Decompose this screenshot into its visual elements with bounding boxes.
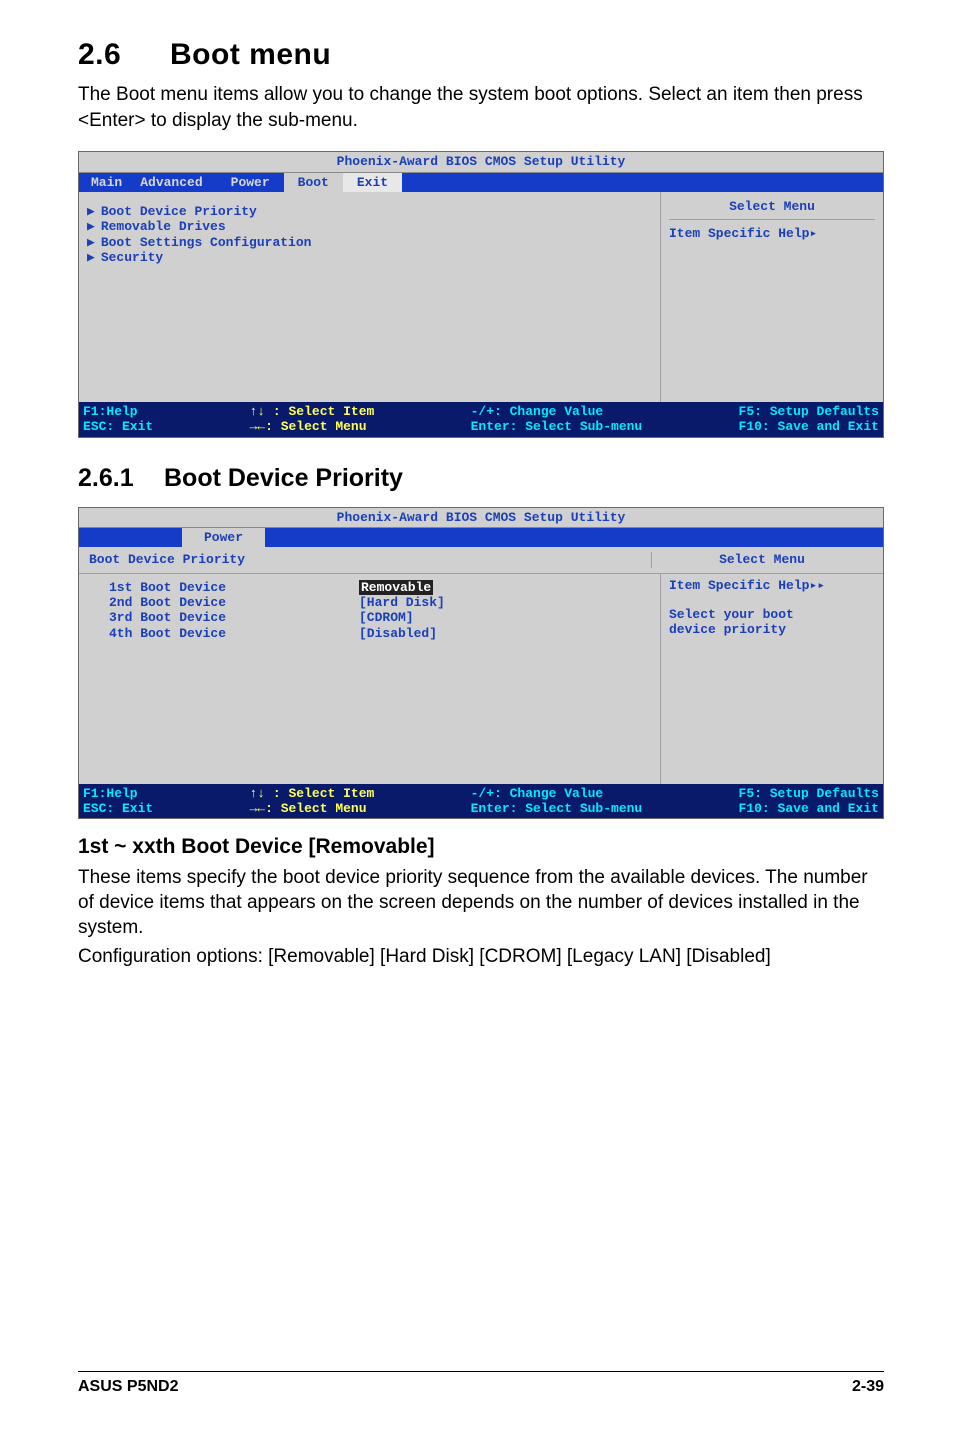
row-value: Removable <box>359 580 433 595</box>
row-value: [Hard Disk] <box>359 595 509 610</box>
submenu-arrow-icon: ▶ <box>87 235 101 250</box>
subsection-heading: 2.6.1Boot Device Priority <box>78 464 884 493</box>
boot-device-row-2[interactable]: 2nd Boot Device [Hard Disk] <box>109 595 652 610</box>
row-key: 4th Boot Device <box>109 626 359 641</box>
footer-col-2: ↑↓ : Select Item →←: Select Menu <box>250 786 375 817</box>
bios-title: Phoenix-Award BIOS CMOS Setup Utility <box>79 152 883 172</box>
row-key: 1st Boot Device <box>109 580 359 595</box>
tab-power[interactable]: Power <box>217 173 284 192</box>
help-text-line-2: device priority <box>669 622 875 637</box>
footer-f1-help: F1:Help <box>83 786 138 801</box>
bios-footer: F1:Help ESC: Exit ↑↓ : Select Item →←: S… <box>79 402 883 437</box>
right-pane-title: Select Menu <box>669 196 875 220</box>
boot-device-row-4[interactable]: 4th Boot Device [Disabled] <box>109 626 652 641</box>
footer-save-exit: F10: Save and Exit <box>739 419 879 434</box>
footer-esc-exit: ESC: Exit <box>83 801 153 816</box>
right-pane-title: Select Menu <box>719 552 805 567</box>
tab-boot[interactable]: Boot <box>284 173 343 192</box>
row-key: 3rd Boot Device <box>109 610 359 625</box>
footer-save-exit: F10: Save and Exit <box>739 801 879 816</box>
footer-esc-exit: ESC: Exit <box>83 419 153 434</box>
option-heading: 1st ~ xxth Boot Device [Removable] <box>78 835 884 859</box>
bios-body: ▶Boot Device Priority ▶Removable Drives … <box>79 192 883 402</box>
footer-select-menu: →←: Select Menu <box>250 801 367 816</box>
boot-device-row-1[interactable]: 1st Boot Device Removable <box>109 580 652 595</box>
bios-screenshot-boot-priority: Phoenix-Award BIOS CMOS Setup Utility Po… <box>78 507 884 820</box>
footer-col-3: -/+: Change Value Enter: Select Sub-menu <box>471 404 643 435</box>
item-specific-help: Item Specific Help▸▸ <box>669 578 875 593</box>
section-heading: 2.6Boot menu <box>78 38 884 72</box>
help-label: Item Specific Help <box>669 226 809 241</box>
section-intro: The Boot menu items allow you to change … <box>78 82 884 133</box>
row-key: 2nd Boot Device <box>109 595 359 610</box>
help-text-line-1: Select your boot <box>669 607 875 622</box>
submenu-arrow-icon: ▶ <box>87 219 101 234</box>
footer-select-submenu: Enter: Select Sub-menu <box>471 419 643 434</box>
footer-col-1: F1:Help ESC: Exit <box>83 786 153 817</box>
menu-item-label: Security <box>101 250 163 265</box>
footer-product: ASUS P5ND2 <box>78 1378 178 1396</box>
bios-right-pane: Item Specific Help▸▸ Select your boot de… <box>661 574 883 784</box>
help-arrow-icon: ▸▸ <box>809 578 825 593</box>
submenu-arrow-icon: ▶ <box>87 204 101 219</box>
tab-exit[interactable]: Exit <box>343 173 402 192</box>
subsection-number: 2.6.1 <box>78 464 164 493</box>
section-title-text: Boot menu <box>170 38 331 71</box>
bios-screenshot-boot-menu: Phoenix-Award BIOS CMOS Setup Utility Ma… <box>78 151 884 437</box>
panel-title-text: Boot Device Priority <box>89 552 245 567</box>
footer-setup-defaults: F5: Setup Defaults <box>739 404 879 419</box>
footer-col-4: F5: Setup Defaults F10: Save and Exit <box>739 404 879 435</box>
bios-menubar: Power <box>79 528 883 547</box>
bios-body: 1st Boot Device Removable 2nd Boot Devic… <box>79 574 883 784</box>
tab-advanced[interactable]: Advanced <box>126 173 216 192</box>
page-footer: ASUS P5ND2 2-39 <box>78 1371 884 1396</box>
menu-item-label: Boot Device Priority <box>101 204 257 219</box>
bios-body-wrapper: Boot Device Priority Select Menu 1st Boo… <box>79 547 883 783</box>
footer-change-value: -/+: Change Value <box>471 404 604 419</box>
menu-item-boot-device-priority[interactable]: ▶Boot Device Priority <box>87 204 652 219</box>
menu-item-boot-settings-config[interactable]: ▶Boot Settings Configuration <box>87 235 652 250</box>
help-arrow-icon: ▸ <box>809 226 817 241</box>
bios-menubar: Main Advanced Power Boot Exit <box>79 173 883 192</box>
bios-footer: F1:Help ESC: Exit ↑↓ : Select Item →←: S… <box>79 784 883 819</box>
footer-col-1: F1:Help ESC: Exit <box>83 404 153 435</box>
footer-page-number: 2-39 <box>852 1378 884 1396</box>
footer-select-submenu: Enter: Select Sub-menu <box>471 801 643 816</box>
menubar-spacer <box>87 528 182 547</box>
footer-change-value: -/+: Change Value <box>471 786 604 801</box>
bios-left-pane: 1st Boot Device Removable 2nd Boot Devic… <box>79 574 661 784</box>
footer-col-3: -/+: Change Value Enter: Select Sub-menu <box>471 786 643 817</box>
submenu-arrow-icon: ▶ <box>87 250 101 265</box>
subsection-title-text: Boot Device Priority <box>164 464 403 492</box>
footer-col-4: F5: Setup Defaults F10: Save and Exit <box>739 786 879 817</box>
menu-item-label: Boot Settings Configuration <box>101 235 312 250</box>
footer-select-item: ↑↓ : Select Item <box>250 404 375 419</box>
row-value: [CDROM] <box>359 610 509 625</box>
bios-left-pane: ▶Boot Device Priority ▶Removable Drives … <box>79 192 661 402</box>
help-label: Item Specific Help <box>669 578 809 593</box>
footer-select-menu: →←: Select Menu <box>250 419 367 434</box>
boot-device-row-3[interactable]: 3rd Boot Device [CDROM] <box>109 610 652 625</box>
option-description: These items specify the boot device prio… <box>78 865 884 940</box>
menu-item-label: Removable Drives <box>101 219 226 234</box>
bios-title: Phoenix-Award BIOS CMOS Setup Utility <box>79 508 883 528</box>
row-value: [Disabled] <box>359 626 509 641</box>
menu-item-removable-drives[interactable]: ▶Removable Drives <box>87 219 652 234</box>
tab-power-visible[interactable]: Power <box>182 528 265 547</box>
item-specific-help: Item Specific Help▸ <box>669 226 875 241</box>
panel-heading: Boot Device Priority Select Menu <box>79 547 883 573</box>
option-config-options: Configuration options: [Removable] [Hard… <box>78 944 884 969</box>
footer-select-item: ↑↓ : Select Item <box>250 786 375 801</box>
menu-item-security[interactable]: ▶Security <box>87 250 652 265</box>
section-number: 2.6 <box>78 38 170 72</box>
footer-col-2: ↑↓ : Select Item →←: Select Menu <box>250 404 375 435</box>
footer-setup-defaults: F5: Setup Defaults <box>739 786 879 801</box>
bios-right-pane: Select Menu Item Specific Help▸ <box>661 192 883 402</box>
tab-main[interactable]: Main <box>87 173 126 192</box>
footer-f1-help: F1:Help <box>83 404 138 419</box>
